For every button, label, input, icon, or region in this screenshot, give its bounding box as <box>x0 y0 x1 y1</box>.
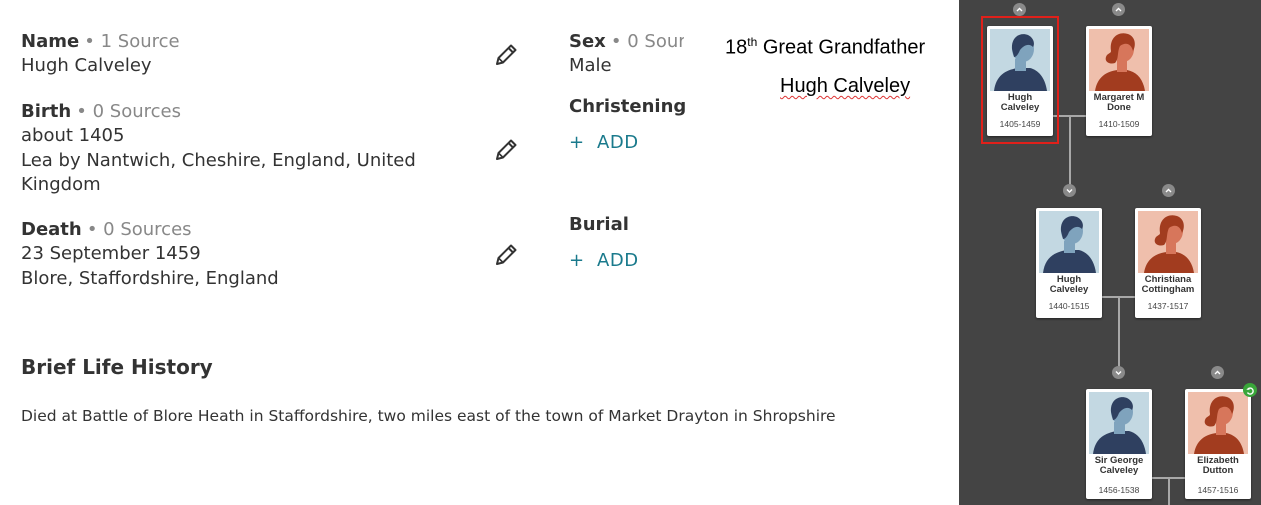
person-lifespan: 1410-1509 <box>1098 119 1140 129</box>
add-christening-label: ADD <box>597 132 639 153</box>
birth-fact: Birth • 0 Sources about 1405 Lea by Nant… <box>21 100 491 198</box>
person-lifespan: 1457-1516 <box>1197 485 1239 495</box>
death-label: Death <box>21 219 82 240</box>
burial-label: Burial <box>569 214 629 235</box>
expand-parents-chevron-icon[interactable] <box>1162 184 1175 197</box>
person-silhouette-icon <box>1043 216 1096 273</box>
life-history-text: Died at Battle of Blore Heath in Staffor… <box>21 407 836 425</box>
birth-place-line1: Lea by Nantwich, Cheshire, England, Unit… <box>21 149 416 171</box>
name-label: Name <box>21 31 80 52</box>
expand-parents-chevron-icon[interactable] <box>1112 3 1125 16</box>
person-name: Elizabeth Dutton <box>1197 455 1239 476</box>
female-avatar <box>1188 392 1248 454</box>
sex-fact: Sex • 0 Sourc Male <box>569 30 684 79</box>
birth-date: about 1405 <box>21 125 125 146</box>
collapse-chevron-icon[interactable] <box>1063 184 1076 197</box>
male-avatar <box>1039 211 1099 273</box>
life-history-title: Brief Life History <box>21 355 213 379</box>
person-silhouette-icon <box>1144 215 1194 273</box>
person-silhouette-icon <box>1194 396 1244 454</box>
birth-label: Birth <box>21 101 72 122</box>
sex-value: Male <box>569 55 612 76</box>
caption-name: Hugh Calveley <box>780 75 911 97</box>
edit-death-pencil-icon[interactable] <box>492 241 520 269</box>
person-lifespan: 1440-1515 <box>1048 301 1090 311</box>
birth-place-line2: Kingdom <box>21 174 101 195</box>
person-name: Hugh Calveley <box>1049 274 1089 295</box>
christening-fact: Christening + ADD <box>569 95 686 153</box>
descent-line <box>1118 296 1120 371</box>
relationship-text: Great Grandfather <box>757 36 926 59</box>
caption-person-name: Hugh Calveley <box>780 75 910 98</box>
person-silhouette-icon <box>1095 33 1145 91</box>
plus-icon: + <box>569 132 585 153</box>
sex-label: Sex <box>569 31 606 52</box>
person-name: Sir George Calveley <box>1094 455 1144 476</box>
ordinal-suffix: th <box>747 35 758 49</box>
person-lifespan: 1437-1517 <box>1147 301 1189 311</box>
descent-line <box>1069 115 1071 190</box>
person-name: Margaret M Done <box>1093 92 1145 113</box>
family-tree-panel[interactable]: Hugh Calveley 1405-1459 Margaret M Done 14… <box>959 0 1261 505</box>
person-lifespan: 1456-1538 <box>1098 485 1140 495</box>
male-avatar <box>1089 392 1149 454</box>
death-place: Blore, Staffordshire, England <box>21 267 279 289</box>
person-card-margaret-m-done[interactable]: Margaret M Done 1410-1509 <box>1086 26 1152 136</box>
female-avatar <box>1089 29 1149 91</box>
name-sources[interactable]: • 1 Source <box>84 31 179 52</box>
female-avatar <box>1138 211 1198 273</box>
burial-fact: Burial + ADD <box>569 213 639 271</box>
person-silhouette-icon <box>1093 397 1146 454</box>
relationship-caption: 18th Great Grandfather <box>725 35 925 60</box>
expand-parents-chevron-icon[interactable] <box>1211 366 1224 379</box>
birth-sources[interactable]: • 0 Sources <box>76 101 181 122</box>
edit-name-pencil-icon[interactable] <box>492 41 520 69</box>
death-fact: Death • 0 Sources 23 September 1459 Blor… <box>21 218 279 291</box>
person-card-hugh-calveley-1440[interactable]: Hugh Calveley 1440-1515 <box>1036 208 1102 318</box>
person-name: Christiana Cottingham <box>1141 274 1195 295</box>
collapse-chevron-icon[interactable] <box>1112 366 1125 379</box>
add-burial-button[interactable]: + ADD <box>569 250 639 271</box>
sex-sources[interactable]: • 0 Sourc <box>611 31 684 52</box>
name-fact: Name • 1 Source Hugh Calveley <box>21 30 180 79</box>
christening-label: Christening <box>569 96 687 117</box>
generation-number: 18 <box>725 36 748 59</box>
record-hint-badge-icon[interactable] <box>1243 383 1257 397</box>
expand-parents-chevron-icon[interactable] <box>1013 3 1026 16</box>
add-christening-button[interactable]: + ADD <box>569 132 686 153</box>
death-date: 23 September 1459 <box>21 243 201 264</box>
descent-line <box>1168 477 1170 505</box>
person-card-christiana-cottingham[interactable]: Christiana Cottingham 1437-1517 <box>1135 208 1201 318</box>
death-sources[interactable]: • 0 Sources <box>87 219 192 240</box>
edit-birth-pencil-icon[interactable] <box>492 136 520 164</box>
plus-icon: + <box>569 250 585 271</box>
person-card-sir-george-calveley[interactable]: Sir George Calveley 1456-1538 <box>1086 389 1152 499</box>
person-card-elizabeth-dutton[interactable]: Elizabeth Dutton 1457-1516 <box>1185 389 1251 499</box>
selected-person-highlight <box>981 16 1059 144</box>
add-burial-label: ADD <box>597 250 639 271</box>
name-value: Hugh Calveley <box>21 55 152 76</box>
